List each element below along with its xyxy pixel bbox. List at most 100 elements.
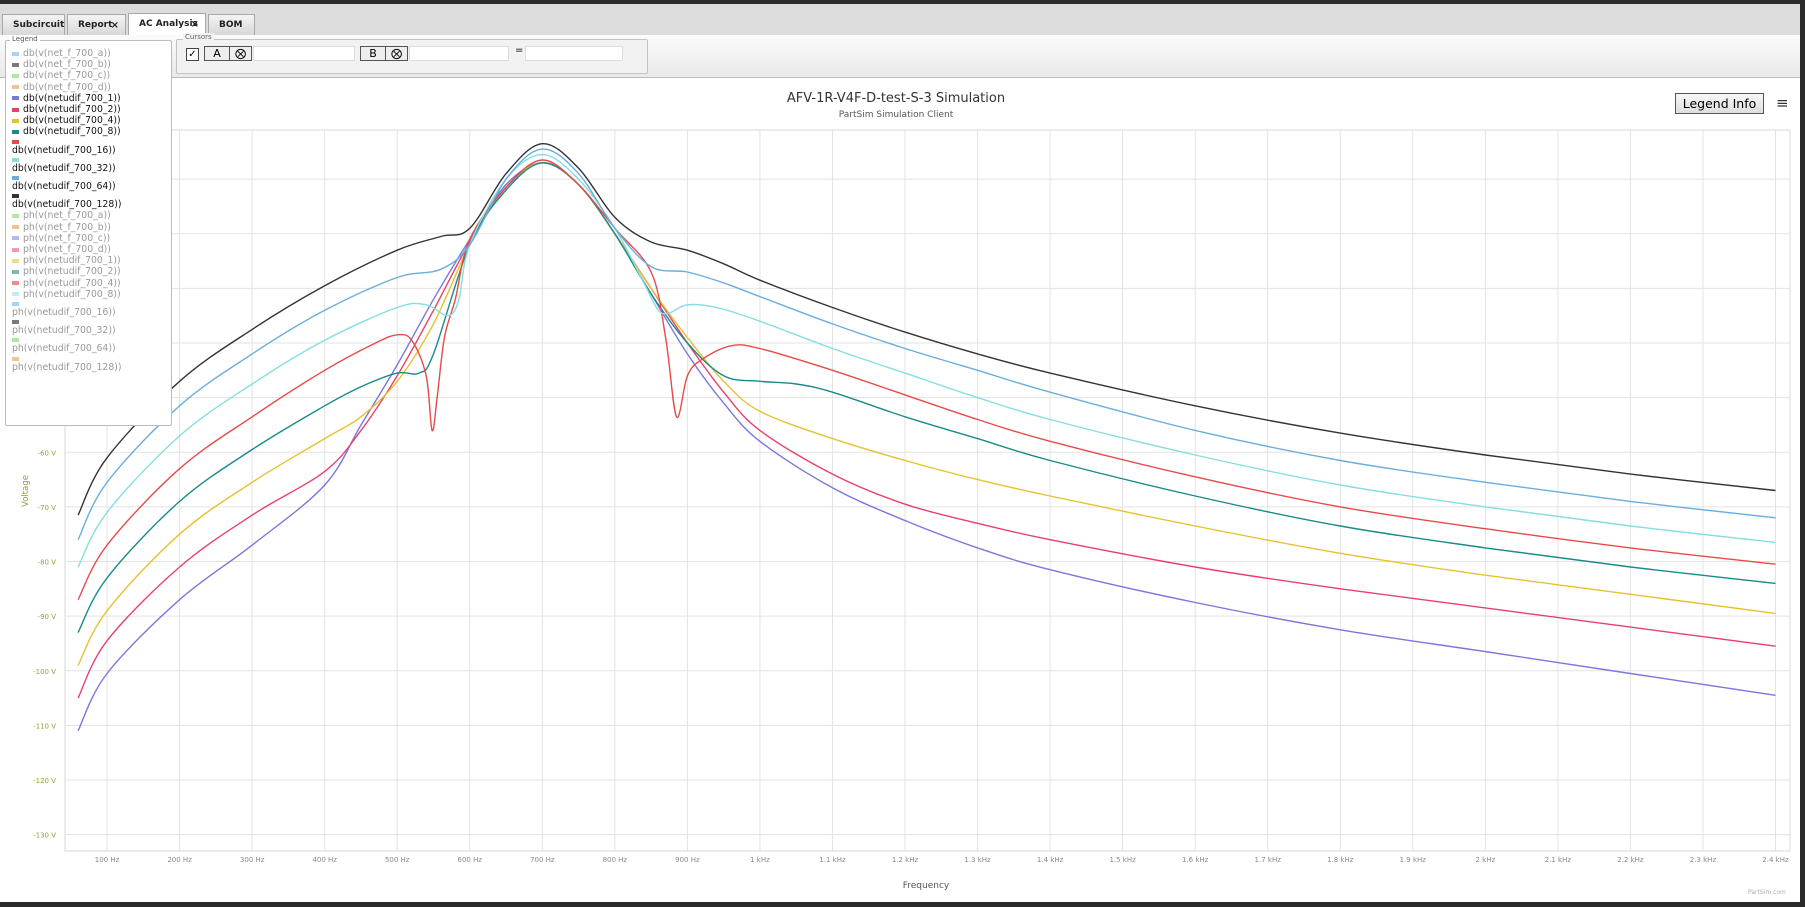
- legend-label: ph(v(netudif_700_1)): [23, 255, 121, 267]
- legend-info-button[interactable]: Legend Info: [1675, 93, 1764, 114]
- legend-item[interactable]: db(v(netudif_700_8)): [12, 126, 170, 137]
- tab-bar: Subcircuit Report × AC Analysis × BOM: [0, 4, 1805, 37]
- chart-title: AFV-1R-V4F-D-test-S-3 Simulation: [787, 91, 1005, 106]
- legend-swatch: [12, 338, 19, 343]
- x-tick-label: 2 kHz: [1475, 856, 1495, 864]
- legend-label: db(v(netudif_700_4)): [23, 115, 121, 127]
- close-icon[interactable]: ×: [111, 15, 119, 36]
- cursor-delta-value: [525, 46, 623, 61]
- legend-item[interactable]: ph(v(net_f_700_b)): [12, 222, 170, 233]
- legend-item[interactable]: ph(v(netudif_700_16)): [12, 302, 170, 318]
- cursor-enable-checkbox[interactable]: ✓: [186, 48, 199, 61]
- credit-text: PartSim.com: [1748, 889, 1786, 896]
- legend-swatch: [12, 356, 19, 361]
- legend-label: db(v(net_f_700_a)): [23, 48, 111, 59]
- legend-label: db(v(netudif_700_128)): [12, 199, 122, 211]
- x-tick-label: 1 kHz: [750, 856, 770, 864]
- legend-item[interactable]: ph(v(netudif_700_128)): [12, 356, 170, 373]
- legend-item[interactable]: db(v(netudif_700_4)): [12, 115, 170, 126]
- cursor-a-clear-button[interactable]: ⨂: [229, 46, 252, 61]
- chart-menu-icon[interactable]: ≡: [1776, 94, 1789, 112]
- chart-subtitle: PartSim Simulation Client: [839, 110, 954, 120]
- legend-swatch: [12, 118, 19, 123]
- series-line[interactable]: [77, 162, 1776, 666]
- legend-label: ph(v(netudif_700_64)): [12, 343, 116, 355]
- legend-swatch: [12, 194, 19, 199]
- series-line[interactable]: [77, 148, 1776, 541]
- legend-swatch: [12, 73, 19, 78]
- cursor-b-value: [409, 46, 509, 61]
- x-tick-label: 1.6 kHz: [1182, 856, 1209, 864]
- legend-label: ph(v(netudif_700_128)): [12, 361, 122, 373]
- x-tick-label: 600 Hz: [458, 856, 483, 864]
- legend-swatch: [12, 236, 19, 241]
- y-tick-label: -120 V: [33, 777, 56, 785]
- x-tick-label: 1.7 kHz: [1255, 856, 1282, 864]
- legend-label: db(v(netudif_700_64)): [12, 181, 116, 193]
- cursor-b-button[interactable]: B: [360, 46, 386, 61]
- x-tick-label: 1.4 kHz: [1037, 856, 1064, 864]
- legend-item[interactable]: db(v(netudif_700_2)): [12, 104, 170, 115]
- x-tick-label: 700 Hz: [530, 856, 555, 864]
- legend-item[interactable]: db(v(net_f_700_d)): [12, 82, 170, 93]
- legend-item[interactable]: db(v(netudif_700_64)): [12, 176, 170, 192]
- legend-item[interactable]: ph(v(netudif_700_32)): [12, 320, 170, 336]
- legend-item[interactable]: ph(v(netudif_700_2)): [12, 266, 170, 277]
- cursor-b-clear-button[interactable]: ⨂: [385, 46, 408, 61]
- legend-item[interactable]: ph(v(netudif_700_4)): [12, 278, 170, 289]
- legend-swatch: [12, 85, 19, 90]
- window-bottom-edge: [0, 902, 1805, 907]
- x-tick-label: 200 Hz: [167, 856, 192, 864]
- legend-label: ph(v(netudif_700_32)): [12, 325, 116, 337]
- legend-item[interactable]: db(v(netudif_700_32)): [12, 157, 170, 174]
- tab-subcircuit[interactable]: Subcircuit: [2, 14, 65, 36]
- legend-swatch: [12, 51, 19, 56]
- legend-item[interactable]: db(v(netudif_700_128)): [12, 194, 170, 210]
- legend-item[interactable]: db(v(net_f_700_b)): [12, 59, 170, 70]
- series-line[interactable]: [77, 162, 1776, 699]
- x-tick-label: 1.9 kHz: [1400, 856, 1427, 864]
- x-tick-label: 1.2 kHz: [892, 856, 919, 864]
- x-tick-label: 2.2 kHz: [1617, 856, 1644, 864]
- legend-swatch: [12, 129, 19, 134]
- tab-bom[interactable]: BOM: [208, 14, 255, 36]
- cursor-equals: =: [515, 45, 524, 56]
- x-tick-label: 2.1 kHz: [1545, 856, 1572, 864]
- cursor-a-label: A: [213, 47, 221, 60]
- legend-swatch: [12, 281, 19, 286]
- y-tick-label: -90 V: [38, 613, 57, 621]
- x-tick-label: 400 Hz: [312, 856, 337, 864]
- y-tick-label: -130 V: [33, 832, 56, 840]
- legend-swatch: [12, 213, 19, 218]
- series-line[interactable]: [77, 162, 1776, 732]
- legend-item[interactable]: db(v(net_f_700_a)): [12, 48, 170, 59]
- cursor-a-button[interactable]: A: [204, 46, 230, 61]
- legend-item[interactable]: ph(v(netudif_700_64)): [12, 338, 170, 354]
- legend-item[interactable]: ph(v(netudif_700_1)): [12, 255, 170, 266]
- tab-report[interactable]: Report ×: [67, 14, 126, 36]
- series-line[interactable]: [77, 142, 1776, 516]
- clear-icon: ⨂: [235, 47, 246, 60]
- legend-panel: Legend db(v(net_f_700_a)) db(v(net_f_700_…: [5, 35, 172, 426]
- legend-label: db(v(net_f_700_b)): [23, 59, 111, 71]
- legend-label: db(v(net_f_700_d)): [23, 81, 111, 93]
- series-line[interactable]: [77, 153, 1776, 568]
- legend-swatch: [12, 225, 19, 230]
- legend-item[interactable]: ph(v(net_f_700_d)): [12, 244, 170, 255]
- legend-item[interactable]: ph(v(net_f_700_a)): [12, 210, 170, 221]
- legend-label: ph(v(netudif_700_16)): [12, 307, 116, 319]
- legend-label: ph(v(net_f_700_a)): [23, 210, 111, 222]
- legend-swatch: [12, 107, 19, 112]
- legend-label: db(v(netudif_700_1)): [23, 92, 121, 104]
- series-layer: [77, 142, 1776, 732]
- legend-item[interactable]: db(v(netudif_700_1)): [12, 93, 170, 104]
- plot-frame: [64, 129, 1791, 852]
- cursor-a-value: [253, 46, 355, 61]
- close-icon[interactable]: ×: [191, 14, 199, 35]
- legend-item[interactable]: ph(v(net_f_700_c)): [12, 233, 170, 244]
- legend-item[interactable]: db(v(netudif_700_16)): [12, 139, 170, 156]
- legend-item[interactable]: ph(v(netudif_700_8)): [12, 289, 170, 300]
- chart: 100 Hz 200 Hz 300 Hz 400 Hz 500 Hz 600 Hz 700 …: [21, 91, 1791, 891]
- legend-item[interactable]: db(v(net_f_700_c)): [12, 70, 170, 81]
- x-tick-label: 1.3 kHz: [964, 856, 991, 864]
